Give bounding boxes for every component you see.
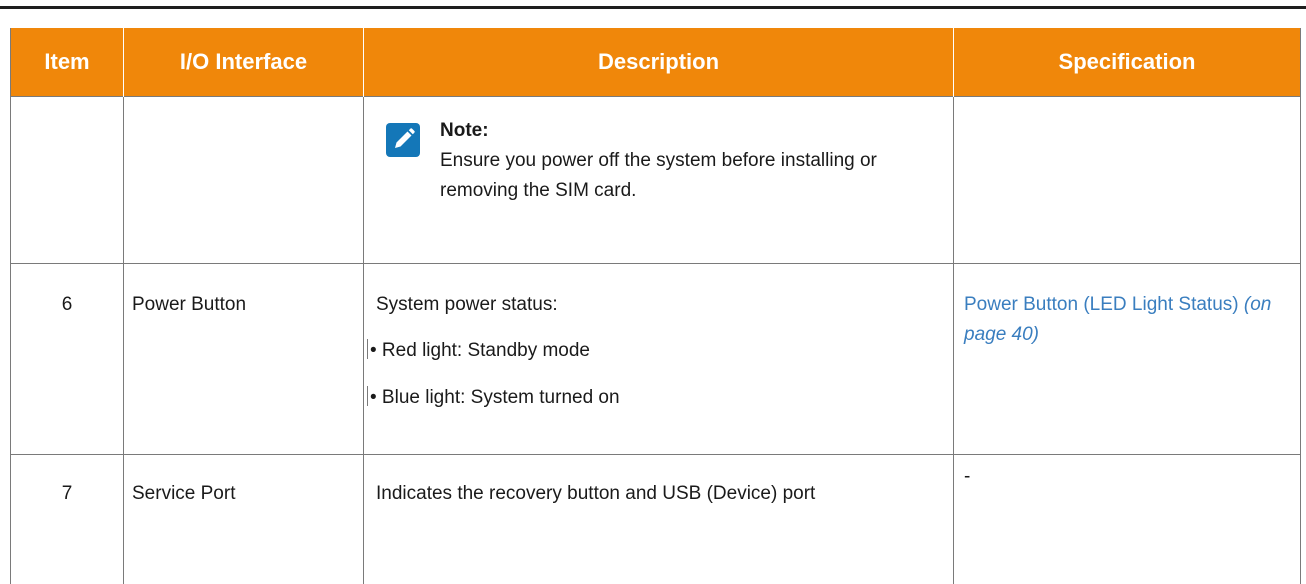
document-page: Item I/O Interface Description Specifica…	[0, 0, 1306, 584]
pencil-icon	[386, 123, 420, 157]
description-bullet: • Blue light: System turned on	[367, 383, 943, 413]
io-interface-name: Power Button	[132, 294, 247, 315]
header-specification: Specification	[953, 28, 1301, 97]
table-header: Item I/O Interface Description Specifica…	[10, 28, 1301, 97]
table-row-note: Note: Ensure you power off the system be…	[10, 96, 1301, 264]
table-row: 6 Power Button System power status: • Re…	[10, 263, 1301, 455]
cell-specification: -	[953, 454, 1301, 584]
header-row: Item I/O Interface Description Specifica…	[10, 28, 1301, 97]
table-body: Note: Ensure you power off the system be…	[10, 96, 1301, 584]
description-text: Indicates the recovery button and USB (D…	[376, 483, 816, 504]
item-number: 7	[61, 483, 73, 504]
top-rule	[0, 6, 1306, 9]
cell-io-interface: Service Port	[123, 454, 364, 584]
note-body: Ensure you power off the system before i…	[440, 149, 877, 201]
cell-io-interface: Power Button	[123, 263, 364, 455]
description-bullet: • Red light: Standby mode	[367, 336, 943, 366]
item-number: 6	[61, 294, 73, 315]
cell-item: 7	[10, 454, 124, 584]
cell-description-note: Note: Ensure you power off the system be…	[363, 96, 954, 264]
io-interface-table: Item I/O Interface Description Specifica…	[10, 28, 1301, 584]
header-description: Description	[363, 28, 954, 97]
header-item: Item	[10, 28, 124, 97]
note-callout: Note: Ensure you power off the system be…	[376, 97, 943, 206]
description-intro: System power status:	[376, 294, 558, 315]
header-io-interface: I/O Interface	[123, 28, 364, 97]
cell-specification: Power Button (LED Light Status) (on page…	[953, 263, 1301, 455]
bullet-text: • Blue light: System turned on	[370, 386, 620, 408]
table-row: 7 Service Port Indicates the recovery bu…	[10, 454, 1301, 584]
bullet-text: • Red light: Standby mode	[370, 340, 591, 362]
specification-text: -	[964, 466, 971, 487]
bullet-divider	[367, 385, 368, 406]
cell-item: 6	[10, 263, 124, 455]
bullet-divider	[367, 339, 368, 360]
note-title: Note:	[440, 120, 489, 141]
cell-description: System power status: • Red light: Standb…	[363, 263, 954, 455]
power-button-led-status-link[interactable]: Power Button (LED Light Status) (on page…	[964, 294, 1271, 345]
cell-io-interface-empty	[123, 96, 364, 264]
cell-description: Indicates the recovery button and USB (D…	[363, 454, 954, 584]
link-text: Power Button (LED Light Status)	[964, 294, 1239, 315]
cell-item-empty	[10, 96, 124, 264]
cell-specification-empty	[953, 96, 1301, 264]
io-interface-name: Service Port	[132, 483, 236, 504]
